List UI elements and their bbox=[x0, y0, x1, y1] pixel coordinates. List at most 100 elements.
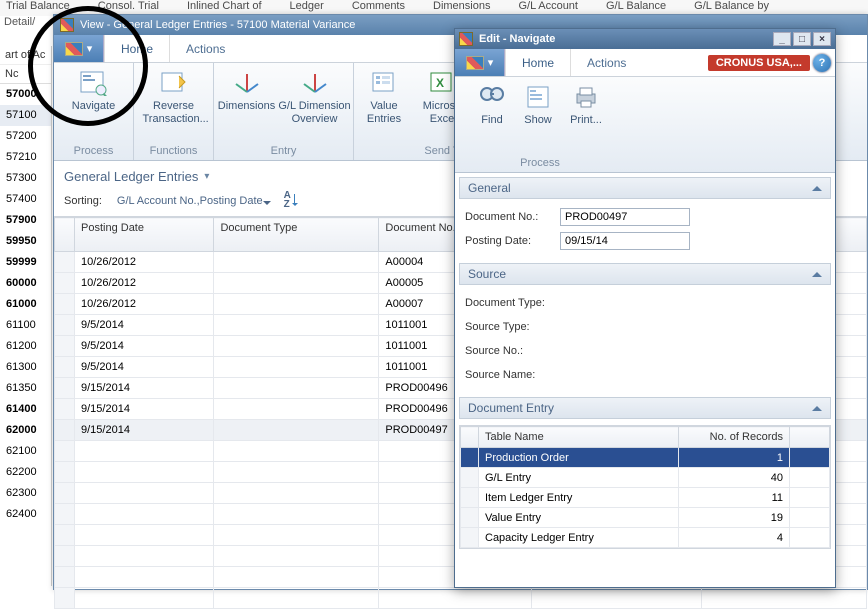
navigate-button[interactable]: Navigate bbox=[63, 67, 125, 113]
value-entries-button[interactable]: Value Entries bbox=[359, 67, 409, 125]
account-row[interactable]: 59950 bbox=[0, 231, 51, 252]
account-row[interactable]: 61300 bbox=[0, 357, 51, 378]
group-process: Process bbox=[459, 157, 621, 172]
find-icon bbox=[476, 83, 508, 111]
group-functions: Functions bbox=[138, 145, 209, 160]
doctype-label: Document Type: bbox=[465, 297, 560, 309]
company-badge[interactable]: CRONUS USA,... bbox=[708, 55, 810, 71]
account-row[interactable]: 62300 bbox=[0, 483, 51, 504]
account-row[interactable]: 61200 bbox=[0, 336, 51, 357]
gl-dimension-overview-button[interactable]: G/L Dimension Overview bbox=[278, 67, 352, 125]
account-row[interactable]: 57400 bbox=[0, 189, 51, 210]
document-entry-row[interactable]: Capacity Ledger Entry4 bbox=[461, 528, 830, 548]
app-icon bbox=[65, 42, 83, 56]
show-button[interactable]: Show bbox=[515, 81, 561, 127]
account-row[interactable]: 57300 bbox=[0, 168, 51, 189]
section-general[interactable]: General bbox=[459, 177, 831, 199]
section-source[interactable]: Source bbox=[459, 263, 831, 285]
account-row[interactable]: 57000 bbox=[0, 84, 51, 105]
navigate-icon bbox=[78, 69, 110, 97]
account-row[interactable]: 57100 bbox=[0, 105, 51, 126]
document-entry-row[interactable]: G/L Entry40 bbox=[461, 468, 830, 488]
col-doc-type[interactable]: Document Type bbox=[214, 218, 379, 252]
maximize-button[interactable]: □ bbox=[793, 32, 811, 46]
account-row[interactable]: 61400 bbox=[0, 399, 51, 420]
edit-navigate-window: Edit - Navigate _ □ × ▾ Home Actions CRO… bbox=[454, 28, 836, 588]
account-row[interactable]: 62400 bbox=[0, 504, 51, 525]
account-row[interactable]: 57210 bbox=[0, 147, 51, 168]
print-button[interactable]: Print... bbox=[561, 81, 611, 127]
help-button[interactable]: ? bbox=[813, 54, 831, 72]
app-icon bbox=[60, 18, 74, 32]
app-menu-button[interactable]: ▾ bbox=[54, 35, 104, 62]
col-posting-date[interactable]: Posting Date bbox=[75, 218, 214, 252]
tab-actions[interactable]: Actions bbox=[170, 35, 241, 62]
section-document-entry[interactable]: Document Entry bbox=[459, 397, 831, 419]
group-entry: Entry bbox=[218, 145, 349, 160]
account-row[interactable]: 57900 bbox=[0, 210, 51, 231]
win1-title: View - General Ledger Entries - 57100 Ma… bbox=[80, 19, 355, 31]
left-account-list: art of Ac Nc 570005710057200572105730057… bbox=[0, 46, 52, 586]
show-icon bbox=[522, 83, 554, 111]
app-icon bbox=[459, 32, 473, 46]
sorting-value-dropdown[interactable]: G/L Account No.,Posting Date bbox=[112, 192, 274, 210]
table-row[interactable] bbox=[55, 588, 867, 609]
dimensions-icon bbox=[231, 69, 263, 97]
chevron-up-icon bbox=[812, 181, 822, 191]
close-button[interactable]: × bbox=[813, 32, 831, 46]
tab-actions[interactable]: Actions bbox=[571, 49, 642, 76]
bg-detail-label: Detail/ bbox=[4, 16, 35, 28]
srctype-label: Source Type: bbox=[465, 321, 560, 333]
win2-menubar: ▾ Home Actions CRONUS USA,... ? bbox=[455, 49, 835, 77]
col-no-records[interactable]: No. of Records bbox=[679, 427, 790, 448]
account-row[interactable]: 59999 bbox=[0, 252, 51, 273]
app-icon bbox=[466, 56, 484, 70]
postdate-label: Posting Date: bbox=[465, 235, 560, 247]
dimensions-button[interactable]: Dimensions bbox=[216, 67, 278, 125]
postdate-input[interactable] bbox=[560, 232, 690, 250]
print-icon bbox=[570, 83, 602, 111]
app-menu-button[interactable]: ▾ bbox=[455, 49, 505, 76]
left-sub: Nc bbox=[0, 65, 51, 84]
reverse-transaction-button[interactable]: Reverse Transaction... bbox=[143, 67, 205, 125]
section-general-label: General bbox=[468, 181, 511, 195]
account-row[interactable]: 60000 bbox=[0, 273, 51, 294]
win2-ribbon: Find Show Print... Process bbox=[455, 77, 835, 173]
tab-home[interactable]: Home bbox=[104, 35, 170, 62]
chevron-up-icon bbox=[812, 267, 822, 277]
win2-titlebar[interactable]: Edit - Navigate _ □ × bbox=[455, 29, 835, 49]
document-entry-table[interactable]: Table Name No. of Records Production Ord… bbox=[460, 426, 830, 548]
srcname-label: Source Name: bbox=[465, 369, 560, 381]
dimensions-label: Dimensions bbox=[216, 100, 278, 113]
gl-dim-label: G/L Dimension Overview bbox=[278, 100, 352, 125]
chevron-up-icon bbox=[812, 401, 822, 411]
account-row[interactable]: 62000 bbox=[0, 420, 51, 441]
gl-dim-icon bbox=[299, 69, 331, 97]
account-row[interactable]: 62100 bbox=[0, 441, 51, 462]
account-row[interactable]: 62200 bbox=[0, 462, 51, 483]
account-row[interactable]: 61100 bbox=[0, 315, 51, 336]
reverse-icon bbox=[158, 69, 190, 97]
document-entry-row[interactable]: Item Ledger Entry11 bbox=[461, 488, 830, 508]
section-docentry-label: Document Entry bbox=[468, 401, 554, 415]
content-title[interactable]: General Ledger Entries bbox=[64, 169, 198, 184]
svg-text:X: X bbox=[436, 76, 444, 90]
docno-label: Document No.: bbox=[465, 211, 560, 223]
reverse-label: Reverse Transaction... bbox=[143, 100, 205, 125]
value-entries-icon bbox=[368, 69, 400, 97]
document-entry-row[interactable]: Value Entry19 bbox=[461, 508, 830, 528]
print-label: Print... bbox=[561, 114, 611, 127]
find-button[interactable]: Find bbox=[469, 81, 515, 127]
tab-home[interactable]: Home bbox=[505, 49, 571, 76]
col-table-name[interactable]: Table Name bbox=[479, 427, 679, 448]
document-entry-row[interactable]: Production Order1 bbox=[461, 448, 830, 468]
section-source-label: Source bbox=[468, 267, 506, 281]
account-row[interactable]: 61000 bbox=[0, 294, 51, 315]
minimize-button[interactable]: _ bbox=[773, 32, 791, 46]
account-row[interactable]: 57200 bbox=[0, 126, 51, 147]
account-row[interactable]: 61350 bbox=[0, 378, 51, 399]
sort-az-icon[interactable] bbox=[284, 192, 302, 210]
docno-input[interactable] bbox=[560, 208, 690, 226]
show-label: Show bbox=[515, 114, 561, 127]
find-label: Find bbox=[469, 114, 515, 127]
